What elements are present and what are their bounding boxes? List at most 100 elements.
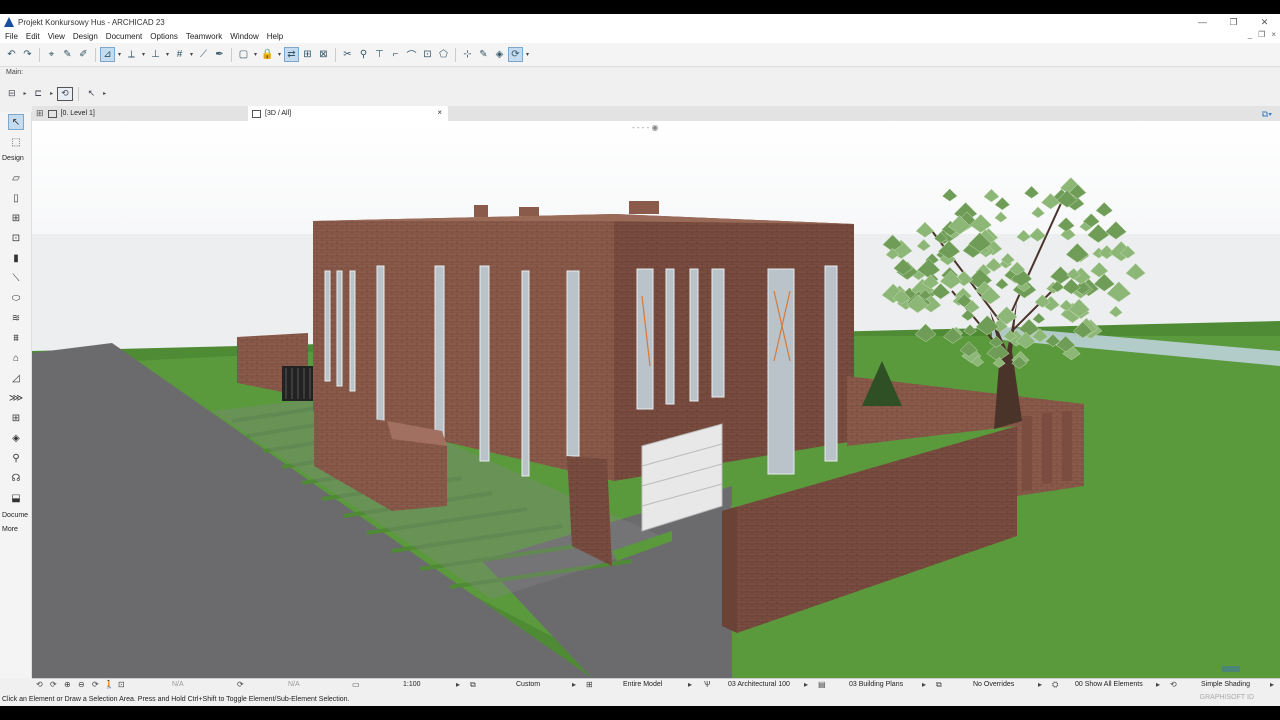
object-tool-icon[interactable]: ⊡ [8, 230, 24, 246]
menu-teamwork[interactable]: Teamwork [181, 32, 225, 41]
graphic-overrides-value[interactable]: No Overrides [973, 681, 1014, 688]
menu-options[interactable]: Options [145, 32, 181, 41]
explode-icon[interactable]: ⬠ [436, 47, 451, 62]
edit-profile-icon[interactable]: ✎ [476, 47, 491, 62]
model-view-options-value[interactable]: 03 Building Plans [849, 681, 903, 688]
chevron-down-icon[interactable]: ▾ [252, 51, 259, 58]
toolbox-more-label[interactable]: More [2, 526, 18, 533]
lock-icon[interactable]: 🔒 [260, 47, 275, 62]
plan-view-icon[interactable]: ⊟ [4, 87, 20, 101]
close-button[interactable]: ✕ [1249, 14, 1280, 30]
intersect-icon[interactable]: ⊤ [372, 47, 387, 62]
column-tool-icon[interactable]: ▮ [8, 250, 24, 266]
orbit-icon[interactable]: ⟳ [508, 47, 523, 62]
chevron-right-icon[interactable]: ▸ [456, 680, 460, 689]
chevron-right-icon[interactable]: ▸ [22, 90, 29, 97]
layer-combination-value[interactable]: Custom [516, 681, 540, 688]
skylight-tool-icon[interactable]: ⬓ [8, 490, 24, 506]
trim-icon[interactable]: ⊡ [420, 47, 435, 62]
lamp-tool-icon[interactable]: ☊ [8, 470, 24, 486]
mesh-tool-icon[interactable]: ⋙ [8, 390, 24, 406]
toolbox-document-label[interactable]: Docume [2, 512, 28, 519]
syringe-icon[interactable]: ✐ [76, 47, 91, 62]
wall-tool-icon[interactable]: ▱ [8, 170, 24, 186]
gravity-icon[interactable]: ⊥ [148, 47, 163, 62]
close-tab-icon[interactable]: × [437, 108, 442, 117]
stair-tool-icon[interactable]: ≋ [8, 310, 24, 326]
3d-viewport[interactable]: - - - - ◉ [32, 121, 1280, 678]
suspend-groups-icon[interactable]: ⇄ [284, 47, 299, 62]
beam-tool-icon[interactable]: ⟍ [8, 270, 24, 286]
chevron-right-icon[interactable]: ▸ [922, 680, 926, 689]
pen-set-value[interactable]: 03 Architectural 100 [728, 681, 790, 688]
door-tool-icon[interactable]: ▯ [8, 190, 24, 206]
roof-tool-icon[interactable]: ⌂ [8, 350, 24, 366]
railing-tool-icon[interactable]: ⩩ [8, 330, 24, 346]
rotate-view-ccw-icon[interactable]: ⟳ [50, 680, 57, 689]
window-tool-icon[interactable]: ⊞ [8, 210, 24, 226]
menu-file[interactable]: File [0, 32, 21, 41]
chevron-down-icon[interactable]: ▾ [164, 51, 171, 58]
fillet-icon[interactable]: ⌐ [388, 47, 403, 62]
zoom-out-icon[interactable]: ⊖ [78, 680, 85, 689]
tab-floor-plan[interactable]: ⊞ [0. Level 1] [32, 106, 248, 121]
chevron-right-icon[interactable]: ▸ [572, 680, 576, 689]
zoom-value[interactable]: N/A [172, 681, 184, 688]
guide-lines-icon[interactable]: ⊿ [100, 47, 115, 62]
angle-value[interactable]: N/A [288, 681, 300, 688]
marquee-tool-icon[interactable]: ⬚ [8, 134, 24, 150]
zone-tool-icon[interactable]: ⚲ [8, 450, 24, 466]
group-icon[interactable]: ▢ [236, 47, 251, 62]
layout-icon[interactable]: ⊏ [31, 87, 47, 101]
menu-view[interactable]: View [43, 32, 68, 41]
menu-help[interactable]: Help [262, 32, 286, 41]
chevron-down-icon[interactable]: ▾ [276, 51, 283, 58]
redo-icon[interactable]: ↷ [20, 47, 35, 62]
arrow-tool-icon[interactable]: ↖ [8, 114, 24, 130]
align-icon[interactable]: ⊞ [300, 47, 315, 62]
curtain-wall-tool-icon[interactable]: ⊞ [8, 410, 24, 426]
doc-close-icon[interactable]: × [1271, 30, 1276, 39]
minimize-button[interactable]: — [1187, 14, 1218, 30]
chevron-down-icon[interactable]: ▾ [140, 51, 147, 58]
chevron-right-icon[interactable]: ▸ [804, 680, 808, 689]
eyedropper-icon[interactable]: ✎ [60, 47, 75, 62]
orbit-icon[interactable]: ⟳ [92, 680, 99, 689]
undo-icon[interactable]: ↶ [4, 47, 19, 62]
chevron-right-icon[interactable]: ▸ [688, 680, 692, 689]
tab-list-icon[interactable]: ⧉▾ [1262, 109, 1272, 120]
chevron-down-icon[interactable]: ▾ [524, 51, 531, 58]
chevron-right-icon[interactable]: ▸ [101, 90, 108, 97]
chevron-down-icon[interactable]: ▾ [188, 51, 195, 58]
shell-tool-icon[interactable]: ◿ [8, 370, 24, 386]
chevron-down-icon[interactable]: ▾ [116, 51, 123, 58]
toolbox-design-label[interactable]: Design [2, 155, 24, 162]
chevron-right-icon[interactable]: ▸ [1038, 680, 1042, 689]
structure-display-value[interactable]: Entire Model [623, 681, 662, 688]
menu-design[interactable]: Design [68, 32, 101, 41]
doc-minimize-icon[interactable]: _ [1248, 30, 1252, 39]
chevron-right-icon[interactable]: ▸ [48, 90, 55, 97]
pick-up-icon[interactable]: ⌖ [44, 47, 59, 62]
morph-tool-icon[interactable]: ◈ [8, 430, 24, 446]
distribute-icon[interactable]: ⊠ [316, 47, 331, 62]
maximize-button[interactable]: ❐ [1218, 14, 1249, 30]
tab-3d[interactable]: [3D / All] × [248, 106, 448, 121]
doc-restore-icon[interactable]: ❐ [1258, 30, 1265, 39]
magic-wand-icon[interactable]: ⟋ [196, 47, 211, 62]
scale-value[interactable]: 1:100 [403, 681, 421, 688]
chevron-right-icon[interactable]: ▸ [1270, 680, 1274, 689]
grid-snap-icon[interactable]: # [172, 47, 187, 62]
renovation-filter-value[interactable]: 00 Show All Elements [1075, 681, 1143, 688]
section-icon[interactable]: ⊹ [460, 47, 475, 62]
rotate-view-icon[interactable]: ⟲ [36, 680, 43, 689]
menu-edit[interactable]: Edit [21, 32, 43, 41]
fit-in-window-icon[interactable]: ⊡ [118, 680, 125, 689]
adjust-icon[interactable]: ⚲ [356, 47, 371, 62]
navigator-handle-icon[interactable]: - - - - ◉ [632, 123, 659, 132]
3d-window-icon[interactable]: ⟲ [57, 86, 73, 101]
shading-value[interactable]: Simple Shading [1201, 681, 1250, 688]
graphisoft-id-link[interactable]: GRAPHISOFT ID [1200, 694, 1254, 701]
slab-tool-icon[interactable]: ⬭ [8, 290, 24, 306]
menu-window[interactable]: Window [225, 32, 261, 41]
